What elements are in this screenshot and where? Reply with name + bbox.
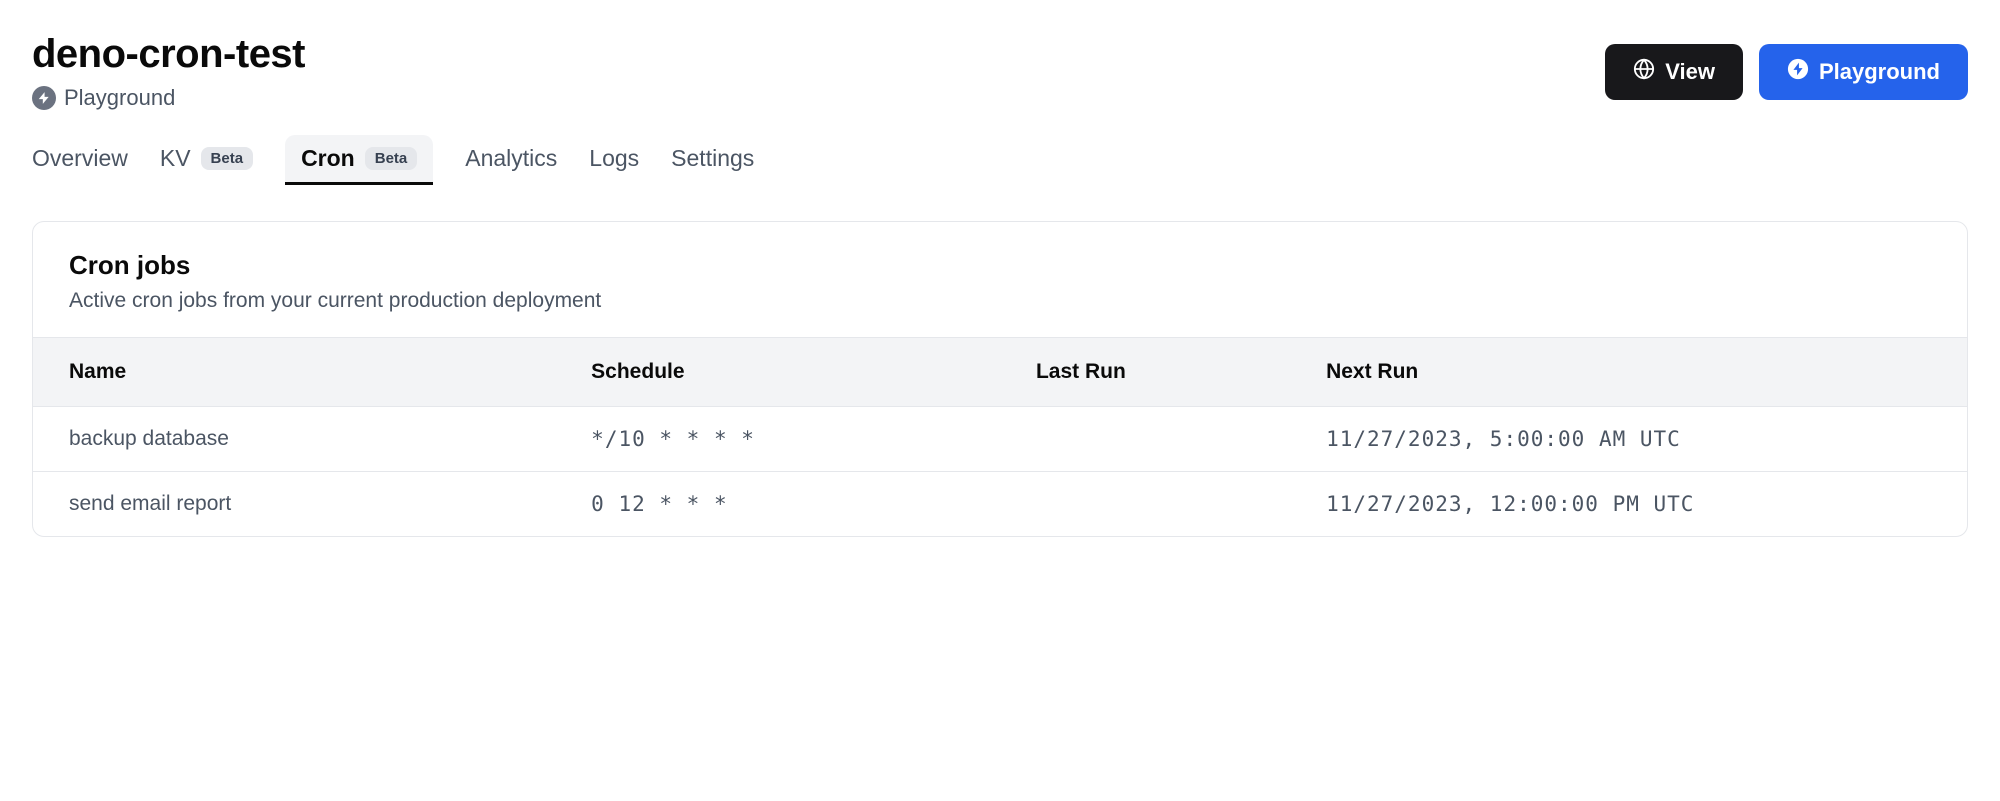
cron-card: Cron jobs Active cron jobs from your cur…: [32, 221, 1968, 537]
page-header: deno-cron-test Playground View Playgroun…: [32, 32, 1968, 111]
playground-button[interactable]: Playground: [1759, 44, 1968, 100]
tab-label: Settings: [671, 145, 754, 172]
cell-last-run: [1000, 407, 1290, 472]
header-buttons: View Playground: [1605, 44, 1968, 100]
view-button-label: View: [1665, 59, 1715, 85]
bolt-icon: [32, 86, 56, 110]
tab-label: Analytics: [465, 145, 557, 172]
cell-schedule: */10 * * * *: [555, 407, 1000, 472]
th-next-run: Next Run: [1290, 338, 1967, 407]
tabs-nav: Overview KV Beta Cron Beta Analytics Log…: [32, 135, 1968, 185]
card-header: Cron jobs Active cron jobs from your cur…: [33, 222, 1967, 337]
cron-table: Name Schedule Last Run Next Run backup d…: [33, 337, 1967, 536]
cell-name: backup database: [33, 407, 555, 472]
card-subtitle: Active cron jobs from your current produ…: [69, 289, 1931, 313]
table-row: backup database */10 * * * * 11/27/2023,…: [33, 407, 1967, 472]
project-type-row: Playground: [32, 85, 305, 111]
tab-label: Logs: [589, 145, 639, 172]
tab-cron[interactable]: Cron Beta: [285, 135, 433, 185]
th-schedule: Schedule: [555, 338, 1000, 407]
tab-label: Cron: [301, 145, 355, 172]
globe-icon: [1633, 58, 1655, 86]
cell-next-run: 11/27/2023, 12:00:00 PM UTC: [1290, 472, 1967, 537]
table-header-row: Name Schedule Last Run Next Run: [33, 338, 1967, 407]
cell-last-run: [1000, 472, 1290, 537]
table-row: send email report 0 12 * * * 11/27/2023,…: [33, 472, 1967, 537]
th-last-run: Last Run: [1000, 338, 1290, 407]
cell-name: send email report: [33, 472, 555, 537]
tab-label: Overview: [32, 145, 128, 172]
tab-overview[interactable]: Overview: [32, 135, 128, 185]
tab-analytics[interactable]: Analytics: [465, 135, 557, 185]
tab-kv[interactable]: KV Beta: [160, 135, 253, 185]
cell-schedule: 0 12 * * *: [555, 472, 1000, 537]
card-title: Cron jobs: [69, 250, 1931, 281]
tab-label: KV: [160, 145, 191, 172]
view-button[interactable]: View: [1605, 44, 1743, 100]
th-name: Name: [33, 338, 555, 407]
tab-logs[interactable]: Logs: [589, 135, 639, 185]
cell-next-run: 11/27/2023, 5:00:00 AM UTC: [1290, 407, 1967, 472]
header-left: deno-cron-test Playground: [32, 32, 305, 111]
beta-badge: Beta: [365, 147, 418, 170]
bolt-circle-icon: [1787, 58, 1809, 86]
playground-button-label: Playground: [1819, 59, 1940, 85]
beta-badge: Beta: [201, 147, 254, 170]
tab-settings[interactable]: Settings: [671, 135, 754, 185]
project-title: deno-cron-test: [32, 32, 305, 77]
project-type-label: Playground: [64, 85, 175, 111]
